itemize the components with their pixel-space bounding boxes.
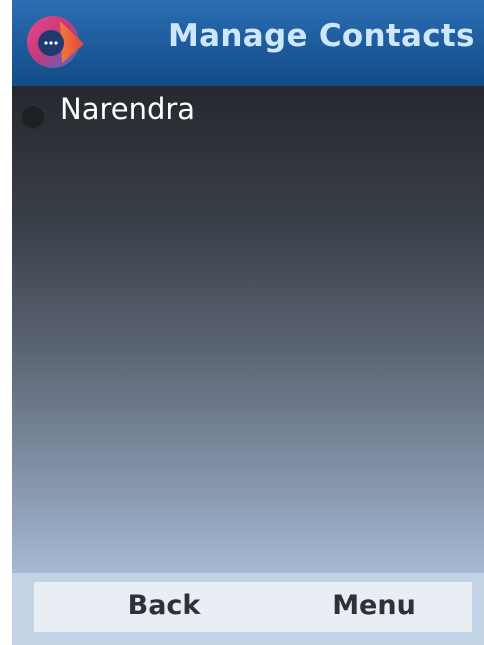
page-title: Manage Contacts [168,18,475,54]
softkey-bar: Back Menu [12,573,484,645]
contact-name: Narendra [60,92,196,126]
contact-list-item[interactable]: Narendra [12,88,484,134]
phone-screen: Manage Contacts Narendra Back Menu [12,0,484,645]
softkey-panel: Back Menu [34,582,472,632]
menu-softkey[interactable]: Menu [274,582,474,632]
title-bar: Manage Contacts [12,0,484,86]
contact-radio-button[interactable] [20,104,46,130]
app-logo-icon [24,11,86,73]
back-softkey[interactable]: Back [94,582,234,632]
